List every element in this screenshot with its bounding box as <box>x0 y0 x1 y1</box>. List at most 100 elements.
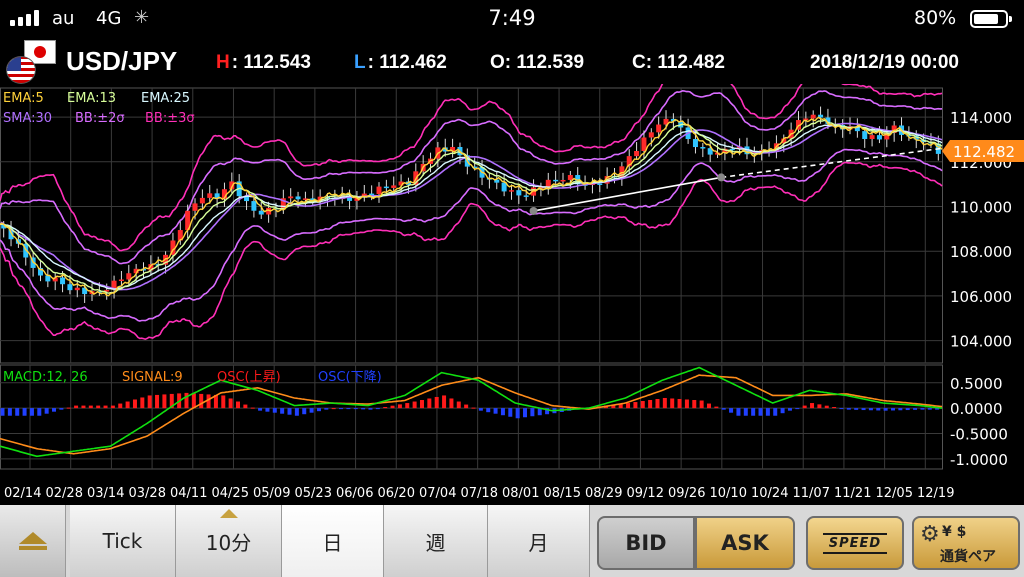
candle-body <box>648 132 654 138</box>
candle-body <box>376 186 382 195</box>
oscillator-bar <box>258 408 263 411</box>
legend-bb3: BB:±3σ <box>145 111 195 126</box>
bollinger-lower-2sigma <box>0 148 943 322</box>
candle-body <box>700 147 706 149</box>
oscillator-bar <box>714 406 719 409</box>
candle-body <box>508 190 514 192</box>
speed-order-button[interactable]: SPEED <box>806 516 904 570</box>
oscillator-bar <box>74 405 79 409</box>
oscillator-bar <box>456 401 461 409</box>
legend-sma30: SMA:30 <box>3 111 52 126</box>
speed-label: SPEED <box>822 532 888 554</box>
oscillator-bar <box>199 393 204 409</box>
oscillator-bar <box>640 401 645 409</box>
candle-body <box>516 190 522 196</box>
oscillator-bar <box>353 408 358 410</box>
oscillator-bar <box>662 397 667 409</box>
oscillator-bar <box>854 408 859 410</box>
candle-body <box>251 201 257 211</box>
battery-icon <box>970 10 1012 28</box>
date-tick-label: 02/28 <box>46 486 83 501</box>
ema25-line <box>0 124 943 290</box>
date-tick-label: 11/21 <box>834 486 871 501</box>
macd-tick-label: 0.0000 <box>950 400 1003 418</box>
legend-signal: SIGNAL:9 <box>122 370 183 385</box>
oscillator-bar <box>839 408 844 410</box>
tab-month[interactable]: 月 <box>488 505 590 577</box>
oscillator-bar <box>751 408 756 416</box>
expand-menu-button[interactable] <box>0 505 66 577</box>
oscillator-bar <box>29 408 34 416</box>
date-tick-label: 08/29 <box>585 486 622 501</box>
candle-body <box>810 114 816 119</box>
candle-body <box>45 275 51 282</box>
date-tick-label: 07/04 <box>419 486 456 501</box>
oscillator-bar <box>419 400 424 409</box>
oscillator-bar <box>758 408 763 416</box>
oscillator-bar <box>22 408 27 416</box>
oscillator-bar <box>162 394 167 409</box>
oscillator-bar <box>802 405 807 409</box>
oscillator-bar <box>412 401 417 409</box>
chart-grid <box>0 87 943 470</box>
date-tick-label: 10/24 <box>751 486 788 501</box>
oscillator-bar <box>191 393 196 409</box>
currency-pair-title[interactable]: USD/JPY <box>66 46 177 77</box>
oscillator-bar <box>780 408 785 414</box>
oscillator-bar <box>228 398 233 409</box>
oscillator-bar <box>339 408 344 410</box>
oscillator-bar <box>868 408 873 411</box>
oscillator-bar <box>405 403 410 409</box>
oscillator-bar <box>810 403 815 409</box>
price-chart[interactable]: 104.000106.000108.000110.000112.000114.0… <box>0 84 1024 505</box>
candle-body <box>60 277 66 285</box>
date-tick-label: 03/14 <box>87 486 124 501</box>
oscillator-bar <box>302 408 307 415</box>
candle-body <box>876 135 882 140</box>
tab-week[interactable]: 週 <box>384 505 488 577</box>
candle-body <box>869 135 875 139</box>
tab-10min[interactable]: 10分 <box>176 505 282 577</box>
candle-body <box>567 175 573 180</box>
trendline-anchor-point <box>529 206 538 215</box>
oscillator-bar <box>7 408 12 416</box>
oscillator-bar <box>824 405 829 409</box>
tab-10min-label: 10分 <box>205 530 252 555</box>
low-value: : 112.462 <box>367 52 447 73</box>
legend-osc-down: OSC(下降) <box>318 370 382 385</box>
oscillator-bar <box>699 400 704 409</box>
oscillator-bar <box>765 408 770 416</box>
oscillator-bar <box>478 408 483 411</box>
oscillator-bar <box>110 405 115 409</box>
oscillator-bar <box>37 408 42 416</box>
price-tick-label: 114.000 <box>950 109 1012 127</box>
oscillator-bar <box>140 397 145 409</box>
oscillator-bar <box>96 405 101 409</box>
oscillator-bar <box>52 408 57 412</box>
oscillator-bar <box>655 398 660 409</box>
date-tick-label: 06/06 <box>336 486 373 501</box>
oscillator-bar <box>633 402 638 409</box>
oscillator-bar <box>464 404 469 409</box>
oscillator-bar <box>721 408 726 410</box>
oscillator-bar <box>88 405 93 409</box>
oscillator-bar <box>81 405 86 409</box>
tab-tick[interactable]: Tick <box>70 505 176 577</box>
low-price: L: 112.462 <box>354 52 447 74</box>
tab-day[interactable]: 日 <box>282 505 384 577</box>
date-tick-label: 03/28 <box>129 486 166 501</box>
ask-toggle[interactable]: ASK <box>695 516 795 570</box>
candle-body <box>501 182 507 192</box>
date-tick-label: 11/07 <box>793 486 830 501</box>
oscillator-bar <box>670 398 675 409</box>
oscillator-bar <box>648 400 653 409</box>
tab-month-label: 月 <box>528 530 549 555</box>
oscillator-bar <box>795 408 800 410</box>
bid-toggle[interactable]: BID <box>597 516 695 570</box>
oscillator-bar <box>846 408 851 410</box>
oscillator-bar <box>59 408 64 410</box>
oscillator-bar <box>927 408 932 410</box>
oscillator-bar <box>920 408 925 410</box>
candle-body <box>560 179 566 182</box>
currency-pair-button[interactable]: ⚙ ¥ $ 通貨ペア <box>912 516 1020 570</box>
